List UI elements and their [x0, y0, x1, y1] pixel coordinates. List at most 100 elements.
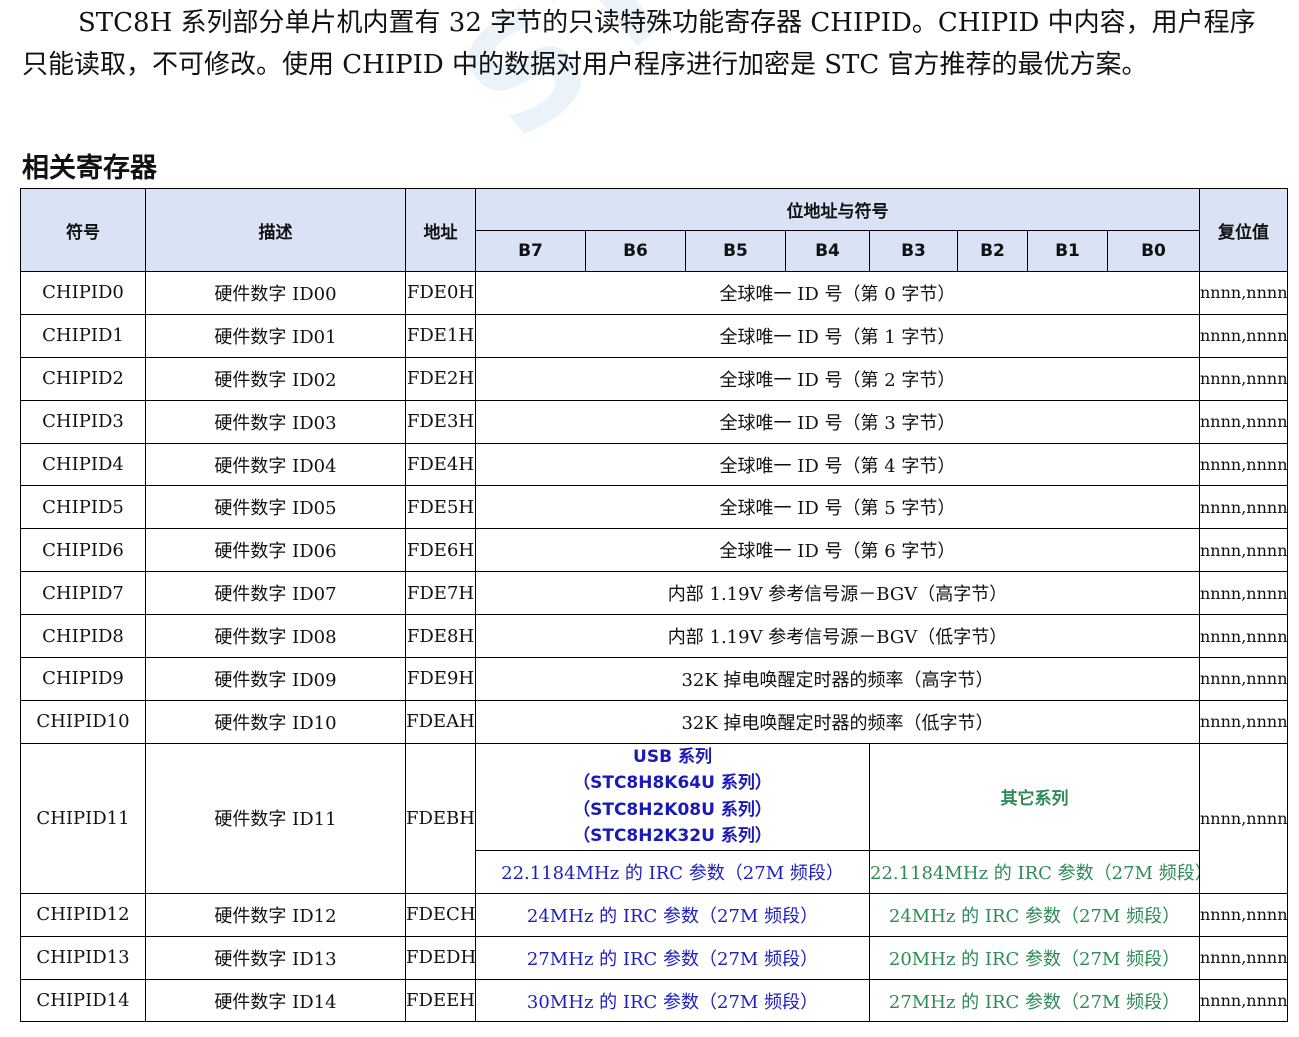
cell-description: 硬件数字 ID05	[145, 485, 406, 530]
cell-reset: nnnn,nnnn	[1199, 271, 1288, 315]
cell-symbol: CHIPID10	[20, 699, 146, 744]
header-reset: 复位值	[1199, 188, 1288, 272]
cell-description: 硬件数字 ID01	[145, 313, 406, 358]
cell-content: 32K 掉电唤醒定时器的频率（低字节）	[475, 699, 1200, 744]
usb-series-header: USB 系列 （STC8H8K64U 系列） （STC8H2K08U 系列） （…	[475, 742, 870, 851]
cell-reset: nnnn,nnnn	[1199, 528, 1288, 573]
cell-description: 硬件数字 ID12	[145, 892, 406, 937]
cell-address: FDE7H	[405, 571, 476, 616]
cell-other-value: 27MHz 的 IRC 参数（27M 频段）	[869, 978, 1200, 1023]
cell-address: FDE1H	[405, 313, 476, 358]
cell-reset: nnnn,nnnn	[1199, 313, 1288, 358]
table-row: CHIPID9 硬件数字 ID09 FDE9H 32K 掉电唤醒定时器的频率（高…	[20, 657, 1288, 701]
cell-reset: nnnn,nnnn	[1199, 485, 1288, 530]
usb-series-model: （STC8H2K08U 系列）	[573, 799, 772, 820]
header-bit-group: 位地址与符号	[475, 188, 1200, 231]
cell-address: FDE4H	[405, 442, 476, 487]
cell-symbol: CHIPID11	[20, 742, 146, 894]
header-row: 符号 描述 地址 位地址与符号 复位值	[20, 188, 1288, 272]
header-symbol: 符号	[20, 188, 146, 272]
header-bit-b2: B2	[957, 230, 1028, 272]
cell-description: 硬件数字 ID10	[145, 699, 406, 744]
cell-content: 全球唯一 ID 号（第 0 字节）	[475, 271, 1200, 315]
cell-content: 全球唯一 ID 号（第 5 字节）	[475, 485, 1200, 530]
header-bit-b7: B7	[475, 230, 586, 272]
cell-reset: nnnn,nnnn	[1199, 399, 1288, 444]
cell-description: 硬件数字 ID08	[145, 614, 406, 659]
cell-symbol: CHIPID8	[20, 614, 146, 659]
cell-content: 内部 1.19V 参考信号源－BGV（低字节）	[475, 614, 1200, 659]
cell-reset: nnnn,nnnn	[1199, 892, 1288, 937]
table-row: CHIPID12 硬件数字 ID12 FDECH 24MHz 的 IRC 参数（…	[20, 892, 1288, 937]
cell-symbol: CHIPID3	[20, 399, 146, 444]
cell-reset: nnnn,nnnn	[1199, 742, 1288, 894]
table-row: CHIPID13 硬件数字 ID13 FDEDH 27MHz 的 IRC 参数（…	[20, 935, 1288, 980]
cell-description: 硬件数字 ID11	[145, 742, 406, 894]
cell-symbol: CHIPID9	[20, 657, 146, 701]
cell-reset: nnnn,nnnn	[1199, 978, 1288, 1023]
cell-description: 硬件数字 ID14	[145, 978, 406, 1023]
cell-symbol: CHIPID0	[20, 271, 146, 315]
cell-content: 内部 1.19V 参考信号源－BGV（高字节）	[475, 571, 1200, 616]
table-row: CHIPID5 硬件数字 ID05 FDE5H 全球唯一 ID 号（第 5 字节…	[20, 485, 1288, 530]
cell-address: FDEBH	[405, 742, 476, 894]
other-series-header: 其它系列	[869, 742, 1200, 851]
table-row: CHIPID14 硬件数字 ID14 FDEEH 30MHz 的 IRC 参数（…	[20, 978, 1288, 1023]
usb-series-title: USB 系列	[633, 746, 712, 767]
cell-usb-value: 30MHz 的 IRC 参数（27M 频段）	[475, 978, 870, 1023]
cell-description: 硬件数字 ID07	[145, 571, 406, 616]
register-table: 符号 描述 地址 位地址与符号 复位值 B7 B6 B5 B4 B3 B2 B1…	[20, 188, 1288, 1023]
cell-symbol: CHIPID12	[20, 892, 146, 937]
cell-description: 硬件数字 ID02	[145, 356, 406, 401]
header-description: 描述	[145, 188, 406, 272]
cell-address: FDEDH	[405, 935, 476, 980]
cell-content: 32K 掉电唤醒定时器的频率（高字节）	[475, 657, 1200, 701]
cell-address: FDE3H	[405, 399, 476, 444]
table-row: CHIPID3 硬件数字 ID03 FDE3H 全球唯一 ID 号（第 3 字节…	[20, 399, 1288, 444]
table-row: CHIPID0 硬件数字 ID00 FDE0H 全球唯一 ID 号（第 0 字节…	[20, 271, 1288, 315]
table-row: CHIPID2 硬件数字 ID02 FDE2H 全球唯一 ID 号（第 2 字节…	[20, 356, 1288, 401]
cell-description: 硬件数字 ID04	[145, 442, 406, 487]
cell-address: FDEEH	[405, 978, 476, 1023]
cell-symbol: CHIPID1	[20, 313, 146, 358]
cell-address: FDE6H	[405, 528, 476, 573]
usb-series-model: （STC8H8K64U 系列）	[573, 773, 772, 794]
cell-content: 全球唯一 ID 号（第 4 字节）	[475, 442, 1200, 487]
intro-paragraph: STC8H 系列部分单片机内置有 32 字节的只读特殊功能寄存器 CHIPID。…	[22, 2, 1284, 86]
cell-address: FDEAH	[405, 699, 476, 744]
cell-address: FDE0H	[405, 271, 476, 315]
table-row: CHIPID1 硬件数字 ID01 FDE1H 全球唯一 ID 号（第 1 字节…	[20, 313, 1288, 358]
cell-usb-value: 22.1184MHz 的 IRC 参数（27M 频段）	[475, 849, 870, 894]
usb-series-model: （STC8H2K32U 系列）	[573, 826, 772, 847]
cell-content: 全球唯一 ID 号（第 2 字节）	[475, 356, 1200, 401]
cell-reset: nnnn,nnnn	[1199, 356, 1288, 401]
cell-reset: nnnn,nnnn	[1199, 571, 1288, 616]
cell-description: 硬件数字 ID03	[145, 399, 406, 444]
cell-symbol: CHIPID6	[20, 528, 146, 573]
header-bit-b3: B3	[869, 230, 958, 272]
cell-address: FDE9H	[405, 657, 476, 701]
cell-reset: nnnn,nnnn	[1199, 657, 1288, 701]
cell-symbol: CHIPID2	[20, 356, 146, 401]
cell-symbol: CHIPID4	[20, 442, 146, 487]
cell-address: FDE8H	[405, 614, 476, 659]
header-address: 地址	[405, 188, 476, 272]
intro-line-1: STC8H 系列部分单片机内置有 32 字节的只读特殊功能寄存器 CHIPID。…	[78, 8, 1256, 38]
header-bit-b5: B5	[685, 230, 786, 272]
cell-content: 全球唯一 ID 号（第 6 字节）	[475, 528, 1200, 573]
section-title: 相关寄存器	[22, 153, 157, 184]
cell-content: 全球唯一 ID 号（第 1 字节）	[475, 313, 1200, 358]
cell-symbol: CHIPID13	[20, 935, 146, 980]
table-row: CHIPID8 硬件数字 ID08 FDE8H 内部 1.19V 参考信号源－B…	[20, 614, 1288, 659]
cell-reset: nnnn,nnnn	[1199, 614, 1288, 659]
header-bit-b0: B0	[1107, 230, 1200, 272]
cell-reset: nnnn,nnnn	[1199, 699, 1288, 744]
cell-symbol: CHIPID5	[20, 485, 146, 530]
cell-content: 全球唯一 ID 号（第 3 字节）	[475, 399, 1200, 444]
cell-description: 硬件数字 ID09	[145, 657, 406, 701]
cell-usb-value: 27MHz 的 IRC 参数（27M 频段）	[475, 935, 870, 980]
cell-symbol: CHIPID14	[20, 978, 146, 1023]
cell-address: FDE2H	[405, 356, 476, 401]
table-row-chipid11: CHIPID11 硬件数字 ID11 FDEBH USB 系列 （STC8H8K…	[20, 742, 1288, 894]
cell-other-value: 22.1184MHz 的 IRC 参数（27M 频段）	[869, 849, 1200, 894]
